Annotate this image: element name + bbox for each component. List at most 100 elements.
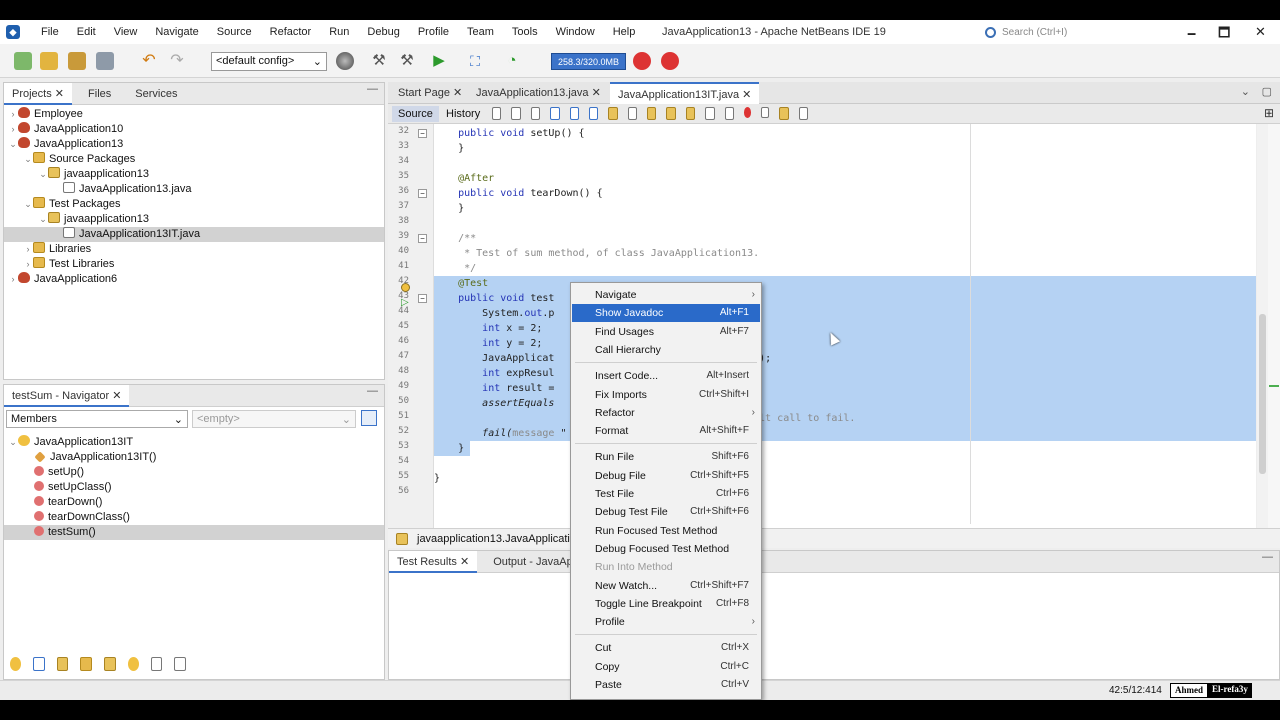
expand-arrow-icon[interactable]: ⌄ [38,212,48,227]
fold-toggle-icon[interactable]: − [418,234,427,243]
project-tree-item[interactable]: › JavaApplication10 [4,122,384,137]
new-file-icon[interactable] [14,52,32,70]
project-tree-item[interactable]: ⌄ Source Packages [4,152,384,167]
context-menu-item[interactable]: New Watch... Ctrl+Shift+F7 [572,577,760,595]
menu-edit[interactable]: Edit [68,26,105,38]
fields-icon[interactable] [33,657,45,671]
shift-right-icon[interactable] [724,107,734,120]
context-menu-item[interactable]: Paste Ctrl+V [572,676,760,694]
context-menu-item[interactable]: Profile › [572,613,760,631]
run-icon[interactable]: ▶ [430,52,448,70]
tab-javaapplication13it-java[interactable]: JavaApplication13IT.java ✕ [610,82,760,104]
code-line[interactable]: @After [434,171,1256,186]
search-input[interactable]: Search (Ctrl+I) [985,24,1167,40]
redo-icon[interactable]: ↷ [168,52,186,70]
line-number-gutter[interactable]: 32−33 34 35 36−37 38 39−40 41 42 43−44 45 46 47 48 49… [388,124,434,544]
menu-view[interactable]: View [105,26,147,38]
navigator-options-icon[interactable] [361,410,377,426]
static-members-icon[interactable] [56,657,69,671]
editor-scrollbar[interactable] [1257,124,1268,544]
project-tree-item[interactable]: › Test Libraries [4,257,384,272]
project-tree-item[interactable]: JavaApplication13IT.java [4,227,384,242]
minimize-panel-icon[interactable]: — [367,385,378,397]
menu-help[interactable]: Help [604,26,645,38]
comment-icon[interactable] [779,107,789,120]
project-tree-item[interactable]: ⌄ javaapplication13 [4,167,384,182]
fold-toggle-icon[interactable]: − [418,294,427,303]
code-line[interactable]: @Test [434,276,1256,291]
code-line[interactable]: System.out.p [434,306,1256,321]
menu-window[interactable]: Window [547,26,604,38]
code-line[interactable]: } [434,141,1256,156]
minimize-panel-icon[interactable]: — [367,83,378,95]
config-select[interactable]: <default config> ⌄ [211,52,327,71]
expand-arrow-icon[interactable]: ⌄ [23,152,33,167]
code-line[interactable]: */ [434,261,1256,276]
code-line[interactable]: public void tearDown() { [434,186,1256,201]
menu-file[interactable]: File [32,26,68,38]
context-menu-item[interactable]: Run File Shift+F6 [572,448,760,466]
split-editor-icon[interactable]: ⊞ [1264,106,1274,120]
debug-icon[interactable]: ⛶ [466,52,484,70]
code-line[interactable] [434,486,1256,501]
caret-position[interactable]: 42:5/12:414 [1109,685,1162,696]
tab-projects[interactable]: Projects ✕ [4,82,73,105]
stop-macro-icon[interactable] [761,107,770,118]
navigator-member[interactable]: tearDown() [4,495,384,510]
run-test-gutter-icon[interactable]: ▷ [401,297,409,308]
context-menu-item[interactable]: Navigate › [572,286,760,304]
menu-run[interactable]: Run [320,26,358,38]
members-filter-select[interactable]: Members ⌄ [6,410,188,428]
previous-bookmark-icon[interactable] [647,107,657,120]
ok-marker[interactable] [1269,385,1279,387]
tab-services[interactable]: Services [127,83,185,105]
project-tree-item[interactable]: ⌄ javaapplication13 [4,212,384,227]
find-previous-icon[interactable] [569,107,579,120]
tab-test-results[interactable]: Test Results ✕ [389,550,478,573]
code-line[interactable]: fail(message " "); [434,426,1256,441]
context-menu-item[interactable]: Debug Test File Ctrl+Shift+F6 [572,503,760,521]
project-tree-item[interactable]: › JavaApplication6 [4,272,384,287]
minimize-panel-icon[interactable]: — [1262,551,1273,563]
toggle-bookmark-icon[interactable] [685,107,696,120]
context-menu-item[interactable]: Copy Ctrl+C [572,658,760,676]
minimize-button[interactable]: 🗕 [1187,24,1196,46]
code-line[interactable]: int result = [434,381,1256,396]
context-menu-item[interactable]: Fix Imports Ctrl+Shift+I [572,386,760,404]
non-public-icon[interactable] [80,657,92,671]
context-menu-item[interactable]: Insert Code... Alt+Insert [572,367,760,385]
tab-list-icon[interactable]: ⌄ [1241,85,1250,98]
uncomment-icon[interactable] [798,107,809,120]
build-hammer-icon[interactable]: ⚒ [370,52,388,70]
globe-icon[interactable] [336,52,354,70]
project-tree-item[interactable]: › Libraries [4,242,384,257]
context-menu-item[interactable]: Refactor › [572,404,760,422]
code-line[interactable] [434,456,1256,471]
project-tree-item[interactable]: ⌄ Test Packages [4,197,384,212]
expand-arrow-icon[interactable]: › [8,272,18,287]
inherited-members-icon[interactable] [10,657,22,671]
code-line[interactable]: } [434,471,1256,486]
expand-arrow-icon[interactable]: ⌄ [38,167,48,182]
context-menu-item[interactable]: Format Alt+Shift+F [572,422,760,440]
context-menu-item[interactable]: Show Javadoc Alt+F1 [572,304,760,323]
save-all-icon[interactable] [96,52,114,70]
shift-left-icon[interactable] [705,107,715,120]
fold-toggle-icon[interactable]: − [418,189,427,198]
javadoc-filter-icon[interactable] [174,657,186,671]
context-menu-item[interactable]: Test File Ctrl+F6 [572,485,760,503]
code-line[interactable]: remove the default call to fail. [434,411,1256,426]
clean-build-icon[interactable]: ⚒ [398,52,416,70]
gc-icon[interactable] [633,52,651,70]
hint-bulb-icon[interactable] [401,283,410,292]
menu-source[interactable]: Source [208,26,261,38]
tab-navigator[interactable]: testSum - Navigator ✕ [4,384,130,407]
code-line[interactable]: int expResul [434,366,1256,381]
find-next-icon[interactable] [588,107,599,120]
start-macro-icon[interactable] [743,107,752,118]
breadcrumb-path[interactable]: javaapplication13.JavaApplication1 [417,533,588,545]
toggle-highlight-icon[interactable] [608,107,618,120]
context-menu-item[interactable]: Debug File Ctrl+Shift+F5 [572,467,760,485]
project-tree-item[interactable]: › Employee [4,107,384,122]
tab-files[interactable]: Files [80,83,119,105]
